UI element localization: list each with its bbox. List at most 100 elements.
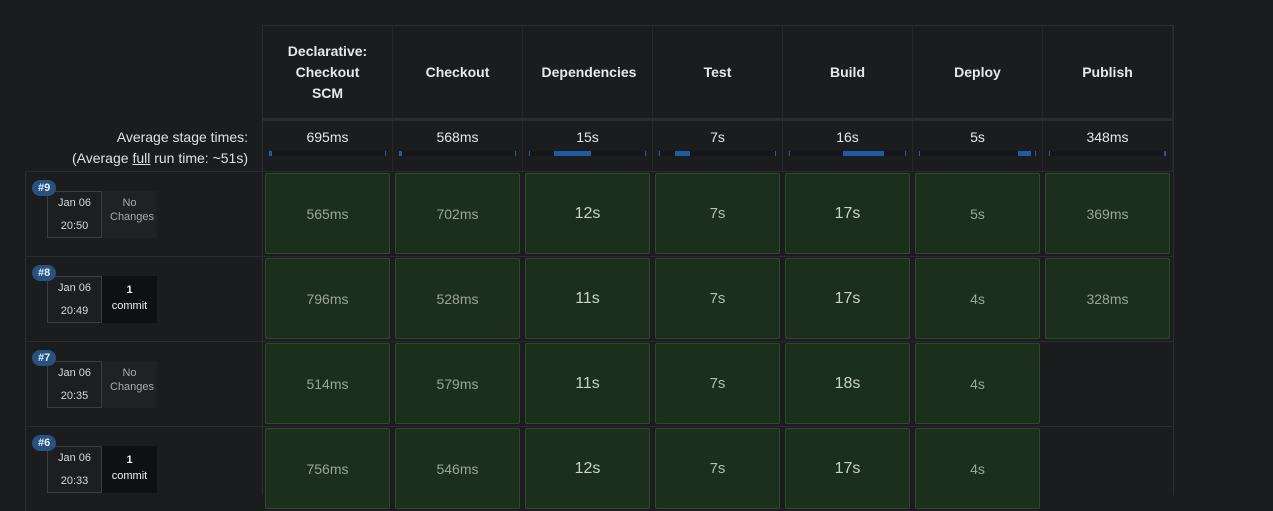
stage-result-1[interactable]: 565ms [265, 173, 390, 254]
run-date: Jan 06 [57, 367, 92, 379]
avg-time: 695ms [306, 129, 349, 145]
full-link[interactable]: full [132, 150, 150, 166]
run-date: Jan 06 [57, 452, 92, 464]
stage-duration: 12s [574, 204, 601, 222]
stage-result-5[interactable]: 18s [785, 343, 910, 424]
avg-time: 7s [710, 129, 725, 145]
avg-cell-7: 348ms [1043, 121, 1173, 171]
stage-result-3[interactable]: 12s [525, 428, 650, 509]
stage-result-1[interactable]: 796ms [265, 258, 390, 339]
stage-result-3[interactable]: 11s [525, 343, 650, 424]
stage-result-1[interactable]: 514ms [265, 343, 390, 424]
run-number-badge[interactable]: #9 [32, 180, 57, 196]
stage-duration: 17s [834, 459, 861, 477]
stage-duration: 796ms [306, 290, 349, 307]
commit-count: 1 [126, 454, 133, 466]
stage-result-2[interactable]: 546ms [395, 428, 520, 509]
run-date-box[interactable]: Jan 06 20:35 [47, 361, 102, 408]
avg-bar-fill [675, 151, 690, 156]
stage-result-2[interactable]: 579ms [395, 343, 520, 424]
stage-header-label: Publish [1082, 63, 1133, 80]
run-number-badge[interactable]: #8 [32, 265, 57, 281]
run-date-box[interactable]: Jan 06 20:49 [47, 276, 102, 323]
stage-header-label: Checkout [425, 63, 490, 80]
stage-result-6[interactable]: 4s [915, 343, 1040, 424]
stage-result-2[interactable]: 702ms [395, 173, 520, 254]
avg-time: 568ms [436, 129, 479, 145]
stage-header-label: Test [703, 63, 732, 80]
stage-result-4[interactable]: 7s [655, 258, 780, 339]
stage-result-3[interactable]: 12s [525, 173, 650, 254]
average-suffix: run time: ~51s) [150, 150, 248, 166]
stage-duration: 702ms [436, 205, 479, 222]
run-date-box[interactable]: Jan 06 20:50 [47, 191, 102, 238]
stage-duration: 756ms [306, 460, 349, 477]
avg-bar-fill [843, 151, 884, 156]
stage-duration: 546ms [436, 460, 479, 477]
stage-duration: 579ms [436, 375, 479, 392]
stage-duration: 12s [574, 459, 601, 477]
run-date: Jan 06 [57, 282, 92, 294]
stage-result-1[interactable]: 756ms [265, 428, 390, 509]
stage-duration: 7s [709, 290, 726, 307]
avg-bar-track [529, 151, 646, 156]
stage-duration: 4s [970, 460, 985, 477]
stage-result-4[interactable]: 7s [655, 428, 780, 509]
stage-result-2[interactable]: 528ms [395, 258, 520, 339]
stage-result-4[interactable]: 7s [655, 343, 780, 424]
stage-result-5[interactable]: 17s [785, 428, 910, 509]
commit-label: commit [111, 300, 148, 312]
stage-header-2: Checkout [393, 26, 523, 118]
stage-duration: 11s [575, 374, 600, 392]
no-changes-label: No Changes [110, 197, 155, 223]
avg-cell-2: 568ms [393, 121, 523, 171]
stage-duration: 5s [970, 205, 985, 222]
stage-result-5[interactable]: 17s [785, 173, 910, 254]
stage-header-label: Deploy [954, 63, 1001, 80]
stage-result-7[interactable]: 369ms [1045, 173, 1170, 254]
avg-time: 15s [576, 129, 599, 145]
stage-result-6[interactable]: 5s [915, 173, 1040, 254]
run-date: Jan 06 [57, 197, 92, 209]
stage-duration: 7s [709, 205, 726, 222]
stage-result-4[interactable]: 7s [655, 173, 780, 254]
average-prefix: (Average [71, 150, 133, 166]
stage-header-5: Build [783, 26, 913, 118]
avg-time: 16s [836, 129, 859, 145]
stage-duration: 514ms [306, 375, 349, 392]
stage-header-1: Declarative: Checkout SCM [263, 26, 393, 118]
stage-duration: 11s [575, 289, 600, 307]
stage-result-3[interactable]: 11s [525, 258, 650, 339]
stage-header-4: Test [653, 26, 783, 118]
avg-bar-track [789, 151, 906, 156]
stage-result-7[interactable]: 328ms [1045, 258, 1170, 339]
stage-duration: 17s [834, 204, 861, 222]
stage-duration: 528ms [436, 290, 479, 307]
stage-duration: 565ms [306, 205, 349, 222]
avg-bar-track [399, 151, 516, 156]
changes-commit-box[interactable]: 1 commit [102, 276, 157, 323]
no-changes-box: No Changes [102, 191, 157, 238]
run-time: 20:33 [60, 475, 89, 487]
run-time: 20:35 [60, 390, 89, 402]
stage-duration: 17s [834, 289, 861, 307]
stage-result-6[interactable]: 4s [915, 428, 1040, 509]
no-changes-box: No Changes [102, 361, 157, 408]
stage-result-6[interactable]: 4s [915, 258, 1040, 339]
stage-header-6: Deploy [913, 26, 1043, 118]
run-number-badge[interactable]: #6 [32, 435, 57, 451]
stage-duration: 4s [970, 290, 985, 307]
stage-duration: 18s [834, 374, 861, 392]
stage-header-3: Dependencies [523, 26, 653, 118]
stage-duration: 4s [970, 375, 985, 392]
average-label-line1: Average stage times: [116, 129, 248, 145]
avg-bar-track [269, 151, 386, 156]
avg-bar-fill [270, 151, 272, 156]
stage-duration: 328ms [1086, 290, 1129, 307]
avg-bar-track [659, 151, 776, 156]
stage-result-5[interactable]: 17s [785, 258, 910, 339]
average-stage-times-label: Average stage times: (Average full run t… [20, 127, 248, 169]
avg-bar-fill [1018, 151, 1031, 156]
run-number-badge[interactable]: #7 [32, 350, 57, 366]
avg-cell-6: 5s [913, 121, 1043, 171]
